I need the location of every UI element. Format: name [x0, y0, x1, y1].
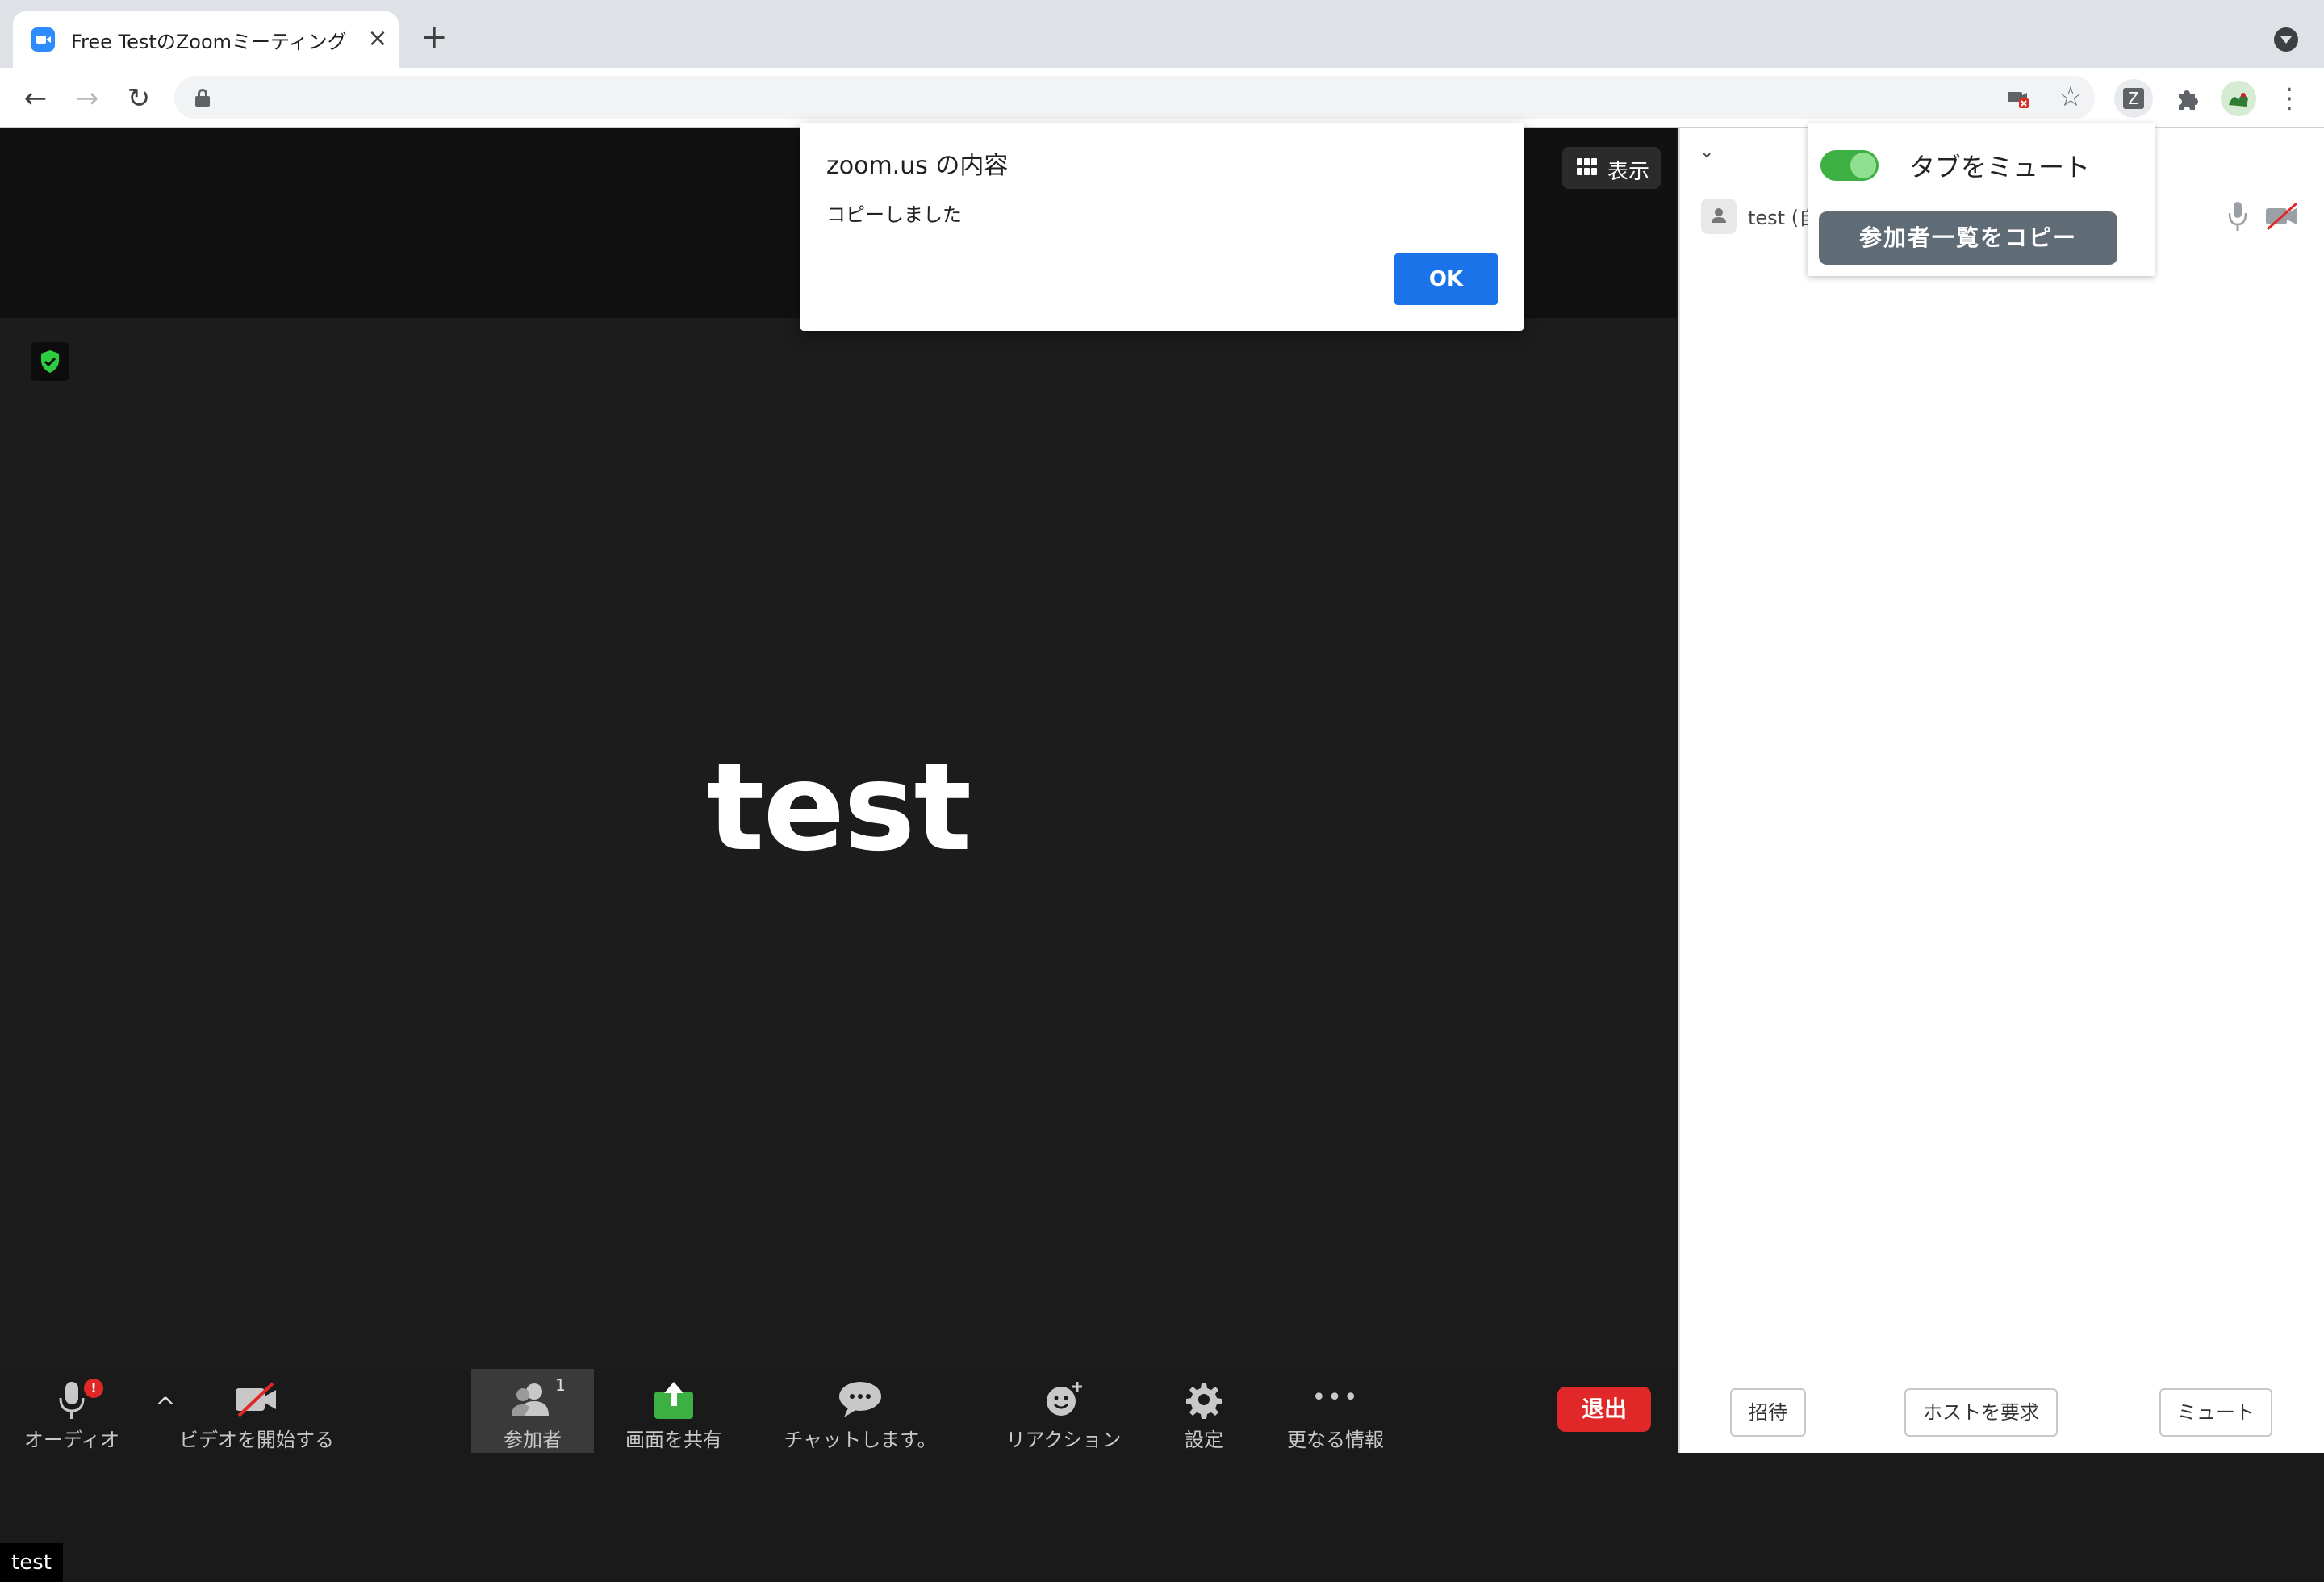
participant-avatar [1701, 199, 1737, 234]
leave-button[interactable]: 退出 [1557, 1387, 1651, 1432]
profile-avatar[interactable] [2221, 81, 2256, 116]
gear-icon [1185, 1380, 1223, 1419]
extension-z-icon: Z [2123, 88, 2144, 109]
participants-label: 参加者 [504, 1429, 562, 1451]
extension-popup: タブをミュート 参加者一覧をコピー [1808, 123, 2155, 276]
audio-alert-badge: ! [84, 1379, 103, 1398]
more-dots-icon: ••• [1311, 1383, 1360, 1412]
bookmark-star-icon[interactable]: ☆ [2054, 81, 2087, 113]
browser-toolbar: ← → ↻ ☆ Z ⋮ [0, 68, 2324, 128]
lock-icon[interactable] [195, 89, 210, 107]
browser-tab-bar: Free TestのZoomミーティング × + [0, 0, 2324, 68]
share-screen-label: 画面を共有 [625, 1429, 722, 1451]
video-camera-off-icon [232, 1380, 281, 1419]
settings-button[interactable]: 設定 [1159, 1369, 1249, 1453]
claim-host-button[interactable]: ホストを要求 [1904, 1388, 2058, 1437]
tab-close-icon[interactable]: × [363, 24, 392, 53]
collapse-chevron-icon[interactable]: ⌄ [1699, 142, 1720, 163]
mute-tab-toggle[interactable] [1820, 150, 1879, 181]
participant-mic-icon [2227, 199, 2248, 234]
browser-tab[interactable]: Free TestのZoomミーティング × [13, 11, 399, 68]
view-button[interactable]: 表示 [1562, 147, 1661, 189]
address-bar[interactable]: ☆ [174, 76, 2095, 119]
audio-label: オーディオ [23, 1429, 120, 1451]
participants-icon [508, 1380, 557, 1419]
participant-video-off-icon [2264, 200, 2300, 232]
zoom-extension-button[interactable]: Z [2114, 79, 2153, 118]
mute-all-button[interactable]: ミュート [2159, 1388, 2272, 1437]
start-video-button[interactable]: ビデオを開始する [178, 1369, 336, 1453]
grid-view-icon [1577, 158, 1598, 176]
new-tab-button[interactable]: + [418, 21, 450, 53]
zoom-favicon-icon [31, 27, 55, 52]
tab-search-icon[interactable] [2274, 27, 2298, 52]
participants-count: 1 [555, 1375, 566, 1395]
audio-button[interactable]: ! オーディオ [11, 1369, 132, 1453]
start-video-label: ビデオを開始する [179, 1429, 334, 1451]
reactions-button[interactable]: リアクション [993, 1369, 1135, 1453]
chat-button[interactable]: チャットします。 [775, 1369, 946, 1453]
microphone-icon [56, 1380, 88, 1422]
share-screen-icon [653, 1380, 695, 1421]
more-label: 更なる情報 [1287, 1429, 1384, 1451]
alert-title: zoom.us の内容 [826, 152, 1009, 180]
copy-participant-list-button[interactable]: 参加者一覧をコピー [1819, 211, 2117, 265]
alert-message: コピーしました [826, 203, 962, 226]
more-button[interactable]: ••• 更なる情報 [1275, 1369, 1396, 1453]
chat-bubble-icon [838, 1380, 883, 1419]
tab-title: Free TestのZoomミーティング [71, 31, 347, 53]
meeting-toolbar: ! オーディオ ^ ビデオを開始する 1 参加者 画面を共有 チャットします。 … [0, 1369, 1677, 1453]
reaction-smiley-icon [1043, 1380, 1084, 1419]
participants-button[interactable]: 1 参加者 [471, 1369, 594, 1453]
share-screen-button[interactable]: 画面を共有 [613, 1369, 734, 1453]
reactions-label: リアクション [1005, 1429, 1122, 1451]
video-name-label: test [0, 1543, 63, 1582]
alert-dialog: zoom.us の内容 コピーしました OK [800, 123, 1524, 331]
audio-options-chevron-icon[interactable]: ^ [152, 1393, 179, 1421]
settings-label: 設定 [1185, 1429, 1223, 1451]
alert-ok-button[interactable]: OK [1394, 253, 1498, 305]
invite-button[interactable]: 招待 [1730, 1388, 1806, 1437]
back-button[interactable]: ← [19, 82, 52, 115]
video-tile: test test [0, 318, 1677, 1582]
view-button-label: 表示 [1607, 160, 1650, 184]
camera-blocked-icon[interactable] [2006, 87, 2030, 108]
chat-label: チャットします。 [784, 1429, 937, 1451]
mute-tab-label: タブをミュート [1909, 152, 2091, 182]
extensions-puzzle-icon[interactable] [2167, 79, 2206, 118]
reload-button[interactable]: ↻ [123, 82, 155, 115]
forward-button[interactable]: → [71, 82, 103, 115]
participants-panel: ⌄ test (自 招待 ホストを要求 ミュート [1678, 128, 2324, 1453]
encryption-shield-icon[interactable] [31, 342, 69, 381]
participant-display-name: test [706, 738, 972, 878]
browser-menu-icon[interactable]: ⋮ [2276, 79, 2303, 118]
